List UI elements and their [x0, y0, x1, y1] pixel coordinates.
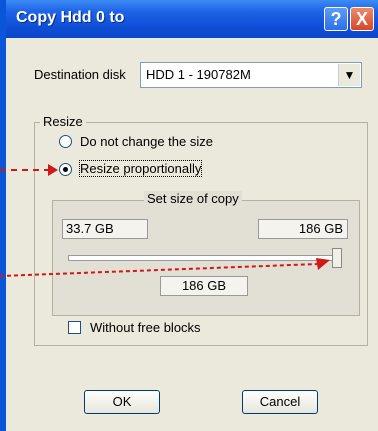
ok-button[interactable]: OK	[84, 390, 160, 414]
resize-proportionally-radio[interactable]	[59, 163, 72, 176]
radio-selected-dot	[63, 167, 68, 172]
annotation-arrow-radio-line	[0, 169, 50, 171]
resize-group-title: Resize	[40, 114, 86, 129]
annotation-arrow-slider	[0, 258, 330, 277]
destination-disk-value: HDD 1 - 190782M	[146, 67, 251, 82]
annotation-arrow-radio-head	[48, 164, 58, 176]
annotation-arrow-slider-head	[316, 258, 330, 270]
do-not-change-size-radio[interactable]	[59, 135, 72, 148]
close-button[interactable]: X	[350, 7, 374, 31]
close-icon: X	[355, 9, 368, 29]
annotation-arrow-slider-line	[0, 263, 319, 277]
ok-button-label: OK	[112, 394, 132, 409]
max-size-field: 186 GB	[258, 219, 348, 239]
set-size-group-title: Set size of copy	[144, 191, 242, 206]
max-size-value: 186 GB	[298, 221, 343, 236]
min-size-field: 33.7 GB	[62, 219, 148, 239]
cancel-button-label: Cancel	[259, 394, 301, 409]
window-title: Copy Hdd 0 to	[16, 9, 125, 26]
destination-disk-label: Destination disk	[34, 67, 126, 82]
copy-disk-dialog: Copy Hdd 0 to ? X Destination disk HDD 1…	[6, 0, 378, 431]
without-free-blocks-checkbox[interactable]	[68, 321, 81, 334]
cancel-button[interactable]: Cancel	[242, 390, 318, 414]
help-icon: ?	[330, 9, 342, 29]
without-free-blocks-label[interactable]: Without free blocks	[90, 320, 201, 335]
title-bar: Copy Hdd 0 to ? X	[6, 0, 378, 38]
do-not-change-size-label[interactable]: Do not change the size	[80, 134, 213, 149]
min-size-value: 33.7 GB	[66, 221, 114, 236]
chevron-down-icon[interactable]: ▼	[338, 64, 360, 86]
help-button[interactable]: ?	[324, 7, 348, 31]
destination-disk-select[interactable]: HDD 1 - 190782M ▼	[140, 62, 362, 88]
resize-proportionally-label[interactable]: Resize proportionally	[78, 160, 203, 177]
